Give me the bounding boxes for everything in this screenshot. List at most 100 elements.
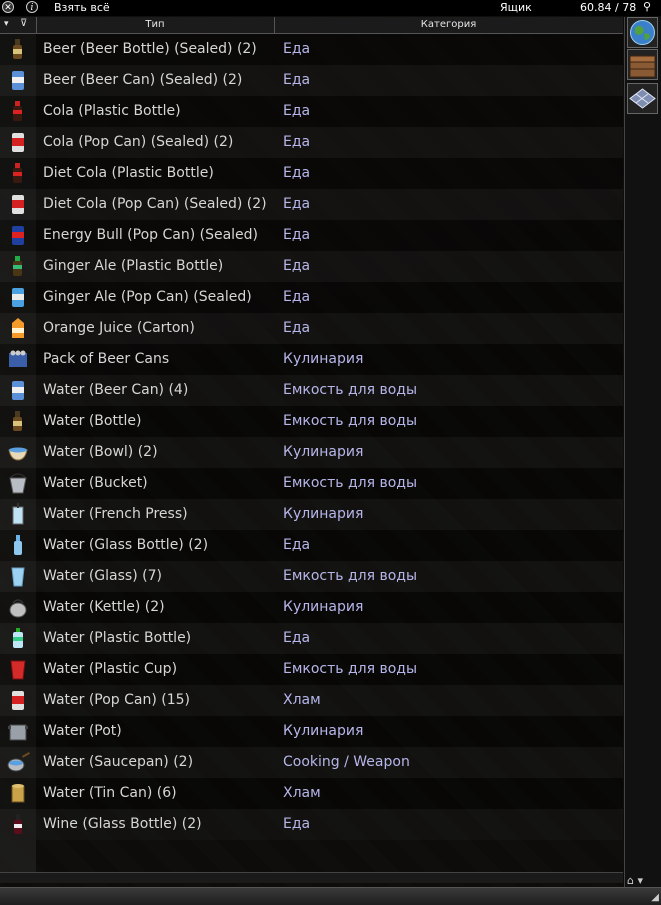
- item-category: Хлам: [283, 692, 321, 708]
- item-name: Ginger Ale (Plastic Bottle): [43, 258, 224, 274]
- list-item[interactable]: Beer (Beer Can) (Sealed) (2) Еда: [0, 65, 623, 96]
- item-category: Еда: [283, 134, 311, 150]
- beer-can-icon: [12, 381, 24, 400]
- close-button[interactable]: ✕: [2, 1, 14, 13]
- item-name: Water (Tin Can) (6): [43, 785, 177, 801]
- item-category: Емкость для воды: [283, 568, 418, 584]
- filter-icon[interactable]: ⊽: [20, 18, 27, 29]
- item-category: Еда: [283, 196, 311, 212]
- floor-icon[interactable]: [627, 83, 658, 114]
- saucepan-icon: [7, 752, 30, 772]
- item-name: Wine (Glass Bottle) (2): [43, 816, 202, 832]
- list-item[interactable]: Water (Glass Bottle) (2) Еда: [0, 530, 623, 561]
- glass-bottle-icon: [14, 535, 22, 555]
- list-item[interactable]: Water (Bowl) (2) Кулинария: [0, 437, 623, 468]
- item-name: Energy Bull (Pop Can) (Sealed): [43, 227, 259, 243]
- list-item[interactable]: Water (French Press) Кулинария: [0, 499, 623, 530]
- list-item[interactable]: Ginger Ale (Pop Can) (Sealed) Еда: [0, 282, 623, 313]
- item-name: Diet Cola (Pop Can) (Sealed) (2): [43, 196, 267, 212]
- item-category: Кулинария: [283, 506, 364, 522]
- info-button[interactable]: i: [26, 1, 38, 13]
- list-item[interactable]: Water (Plastic Cup) Емкость для воды: [0, 654, 623, 685]
- wine-bottle-icon: [14, 814, 22, 834]
- french-press-icon: [12, 503, 24, 525]
- list-item[interactable]: Water (Bucket) Емкость для воды: [0, 468, 623, 499]
- list-item[interactable]: Energy Bull (Pop Can) (Sealed) Еда: [0, 220, 623, 251]
- list-item[interactable]: Cola (Plastic Bottle) Еда: [0, 96, 623, 127]
- list-item[interactable]: Diet Cola (Plastic Bottle) Еда: [0, 158, 623, 189]
- cola-bottle-icon: [13, 101, 22, 121]
- weight-readout: 60.84 / 78: [580, 1, 637, 14]
- list-item[interactable]: Orange Juice (Carton) Еда: [0, 313, 623, 344]
- item-name: Water (Plastic Cup): [43, 661, 178, 677]
- column-header: ▾ ⊽ Тип Категория: [0, 17, 623, 34]
- beer-pack-icon: [9, 350, 27, 367]
- list-item[interactable]: Water (Beer Can) (4) Емкость для воды: [0, 375, 623, 406]
- loot-window: ✕ i Взять всё Ящик 60.84 / 78 ⚲ ▾ ⊽ Тип …: [0, 0, 661, 905]
- bowl-icon: [8, 447, 28, 461]
- list-item[interactable]: Water (Tin Can) (6) Хлам: [0, 778, 623, 809]
- item-category: Еда: [283, 41, 311, 57]
- tin-can-icon: [11, 784, 25, 803]
- item-name: Cola (Pop Can) (Sealed) (2): [43, 134, 234, 150]
- item-category: Еда: [283, 289, 311, 305]
- item-name: Water (Pot): [43, 723, 122, 739]
- item-name: Water (French Press): [43, 506, 188, 522]
- beer-bottle-icon: [13, 39, 22, 59]
- sort-icon[interactable]: ▾: [4, 19, 9, 29]
- horizontal-scrollbar[interactable]: [0, 872, 623, 883]
- ginger-bottle-icon: [13, 256, 22, 276]
- list-item[interactable]: Beer (Beer Bottle) (Sealed) (2) Еда: [0, 34, 623, 65]
- item-category: Кулинария: [283, 599, 364, 615]
- take-all-button[interactable]: Взять всё: [54, 1, 110, 14]
- column-type-header[interactable]: Тип: [36, 19, 274, 30]
- item-name: Water (Glass Bottle) (2): [43, 537, 209, 553]
- list-item[interactable]: Water (Plastic Bottle) Еда: [0, 623, 623, 654]
- item-category: Cooking / Weapon: [283, 754, 410, 770]
- item-name: Water (Pop Can) (15): [43, 692, 191, 708]
- list-item[interactable]: Water (Pop Can) (15) Хлам: [0, 685, 623, 716]
- item-category: Еда: [283, 227, 311, 243]
- list-item[interactable]: Water (Bottle) Емкость для воды: [0, 406, 623, 437]
- water-bottle-icon: [13, 628, 23, 648]
- item-name: Water (Saucepan) (2): [43, 754, 194, 770]
- glass-icon: [11, 567, 25, 587]
- crate-icon[interactable]: [627, 49, 658, 80]
- pot-icon: [8, 724, 28, 741]
- list-item[interactable]: Water (Kettle) (2) Кулинария: [0, 592, 623, 623]
- list-item[interactable]: Diet Cola (Pop Can) (Sealed) (2) Еда: [0, 189, 623, 220]
- container-side-panel: ⌂ ▾: [624, 17, 661, 887]
- item-category: Емкость для воды: [283, 413, 418, 429]
- item-category: Еда: [283, 258, 311, 274]
- list-item[interactable]: Pack of Beer Cans Кулинария: [0, 344, 623, 375]
- beer-bottle-icon: [13, 411, 22, 431]
- list-item[interactable]: Cola (Pop Can) (Sealed) (2) Еда: [0, 127, 623, 158]
- item-category: Еда: [283, 320, 311, 336]
- item-name: Water (Plastic Bottle): [43, 630, 192, 646]
- panel-bottom-icons[interactable]: ⌂ ▾: [627, 874, 643, 887]
- item-category: Еда: [283, 72, 311, 88]
- item-name: Diet Cola (Plastic Bottle): [43, 165, 214, 181]
- resize-icon[interactable]: ◢: [651, 892, 659, 903]
- list-item[interactable]: Wine (Glass Bottle) (2) Еда: [0, 809, 623, 840]
- list-item[interactable]: Water (Glass) (7) Емкость для воды: [0, 561, 623, 592]
- item-name: Cola (Plastic Bottle): [43, 103, 181, 119]
- column-category-header[interactable]: Категория: [274, 19, 623, 30]
- list-item[interactable]: Water (Saucepan) (2) Cooking / Weapon: [0, 747, 623, 778]
- item-name: Pack of Beer Cans: [43, 351, 170, 367]
- pop-can-icon: [12, 195, 24, 214]
- list-item[interactable]: Ginger Ale (Plastic Bottle) Еда: [0, 251, 623, 282]
- item-name: Ginger Ale (Pop Can) (Sealed): [43, 289, 252, 305]
- list-item[interactable]: Water (Pot) Кулинария: [0, 716, 623, 747]
- beer-can-icon: [12, 71, 24, 90]
- item-category: Еда: [283, 630, 311, 646]
- title-bar: ✕ i Взять всё Ящик 60.84 / 78 ⚲: [0, 0, 661, 16]
- pin-icon[interactable]: ⚲: [643, 0, 651, 13]
- item-category: Емкость для воды: [283, 382, 418, 398]
- bucket-icon: [9, 473, 27, 494]
- ginger-can-icon: [12, 288, 24, 307]
- item-name: Water (Kettle) (2): [43, 599, 165, 615]
- plastic-cup-icon: [10, 660, 26, 680]
- item-category: Еда: [283, 103, 311, 119]
- earth-icon[interactable]: [627, 17, 658, 48]
